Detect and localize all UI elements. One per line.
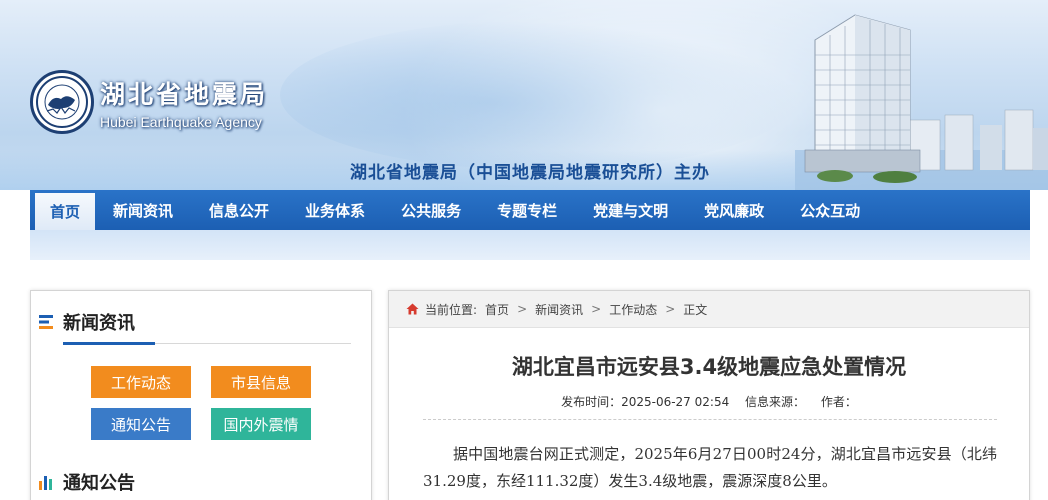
nav-item-4[interactable]: 公共服务	[383, 190, 479, 230]
sub-navigation-bar	[30, 230, 1030, 260]
breadcrumb-separator-icon: >	[591, 302, 602, 316]
sidebar-panel: 新闻资讯 工作动态 市县信息 通知公告 国内外震情 通知公告	[30, 290, 372, 500]
sidebar-news-header: 新闻资讯	[39, 309, 135, 335]
tag-button-city-county-info[interactable]: 市县信息	[211, 366, 311, 398]
nav-item-1[interactable]: 新闻资讯	[95, 190, 191, 230]
info-source: 信息来源：	[745, 395, 806, 409]
nav-item-0[interactable]: 首页	[35, 193, 96, 230]
host-organization-line: 湖北省地震局（中国地震局地震研究所）主办	[350, 163, 710, 183]
home-icon	[406, 303, 419, 315]
site-banner: 湖北省地震局 Hubei Earthquake Agency 湖北省地震局（中国…	[0, 0, 1048, 190]
article-panel: 当前位置: 首页 > 新闻资讯 > 工作动态 > 正文 湖北宜昌市远安县3.4级…	[388, 290, 1030, 500]
breadcrumb-item-work-updates[interactable]: 工作动态	[609, 301, 657, 318]
sidebar-divider-accent	[63, 342, 155, 345]
nav-item-7[interactable]: 党风廉政	[686, 190, 782, 230]
tag-button-notices[interactable]: 通知公告	[91, 408, 191, 440]
tag-button-work-updates[interactable]: 工作动态	[91, 366, 191, 398]
headquarters-building-illustration	[795, 14, 1048, 190]
nav-item-3[interactable]: 业务体系	[287, 190, 383, 230]
sidebar-news-title: 新闻资讯	[63, 313, 135, 334]
nav-item-6[interactable]: 党建与文明	[575, 190, 686, 230]
article-meta: 发布时间：2025-06-27 02:54 信息来源： 作者：	[389, 393, 1029, 410]
agency-emblem-icon	[30, 70, 94, 134]
breadcrumb-separator-icon: >	[665, 302, 676, 316]
list-icon	[39, 315, 53, 329]
publish-time: 发布时间：2025-06-27 02:54	[561, 395, 730, 409]
main-navigation: 首页 新闻资讯 信息公开 业务体系 公共服务 专题专栏 党建与文明 党风廉政 公众互动	[30, 190, 1030, 230]
tag-button-earthquake-situation[interactable]: 国内外震情	[211, 408, 311, 440]
nav-item-5[interactable]: 专题专栏	[479, 190, 575, 230]
logo-english-name: Hubei Earthquake Agency	[100, 113, 262, 130]
bar-chart-icon	[39, 476, 52, 490]
banner-map-decoration	[280, 20, 800, 170]
sidebar-notice-title: 通知公告	[63, 473, 135, 494]
article-author: 作者：	[820, 395, 857, 409]
nav-item-2[interactable]: 信息公开	[191, 190, 287, 230]
meta-divider	[423, 419, 997, 420]
site-logo[interactable]: 湖北省地震局 Hubei Earthquake Agency	[30, 70, 268, 134]
breadcrumb-item-news[interactable]: 新闻资讯	[535, 301, 583, 318]
article-paragraph: 据中国地震台网正式测定，2025年6月27日00时24分，湖北宜昌市远安县（北纬…	[423, 445, 997, 490]
breadcrumb-item-current: 正文	[683, 302, 708, 317]
logo-chinese-name: 湖北省地震局	[100, 79, 269, 109]
breadcrumb-item-home[interactable]: 首页	[485, 301, 509, 318]
breadcrumb-separator-icon: >	[517, 302, 528, 316]
sidebar-notice-header: 通知公告	[39, 469, 135, 495]
breadcrumb-prefix: 当前位置:	[425, 302, 478, 317]
breadcrumb: 当前位置: 首页 > 新闻资讯 > 工作动态 > 正文	[389, 291, 1029, 328]
article-title: 湖北宜昌市远安县3.4级地震应急处置情况	[511, 355, 907, 379]
nav-item-8[interactable]: 公众互动	[782, 190, 878, 230]
